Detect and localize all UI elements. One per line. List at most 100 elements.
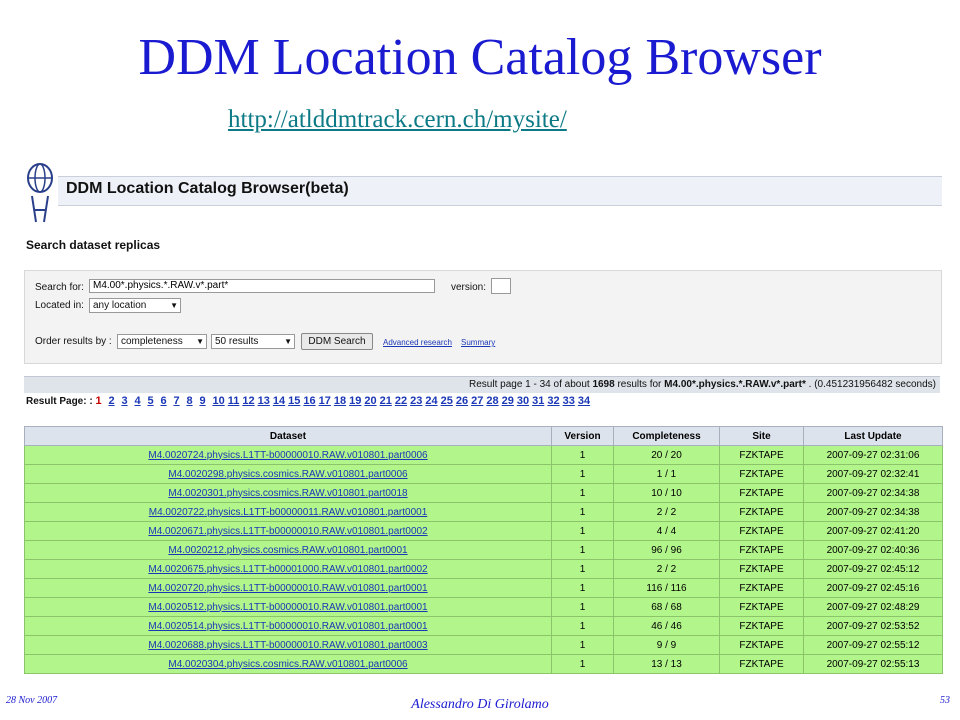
page-link[interactable]: 9 xyxy=(199,395,209,407)
page-link[interactable]: 34 xyxy=(578,395,590,407)
last-update-cell: 2007-09-27 02:55:12 xyxy=(803,635,943,655)
table-row: M4.0020301.physics.cosmics.RAW.v010801.p… xyxy=(24,483,943,503)
pagination: Result Page: : 1 2 3 4 5 6 7 8 9 10 11 12 13 14 15 16 17… xyxy=(26,395,593,407)
table-row: M4.0020675.physics.L1TT-b00001000.RAW.v0… xyxy=(24,559,943,579)
site-cell: FZKTAPE xyxy=(719,559,804,579)
last-update-cell: 2007-09-27 02:34:38 xyxy=(803,483,943,503)
site-cell: FZKTAPE xyxy=(719,521,804,541)
page-link[interactable]: 12 xyxy=(242,395,254,407)
order-select[interactable]: completeness ▼ xyxy=(117,334,207,349)
page-link[interactable]: 10 xyxy=(212,395,224,407)
dataset-link[interactable]: M4.0020298.physics.cosmics.RAW.v010801.p… xyxy=(168,469,407,480)
page-link[interactable]: 30 xyxy=(517,395,529,407)
col-header-site[interactable]: Site xyxy=(719,426,804,446)
version-cell: 1 xyxy=(551,464,614,484)
table-row: M4.0020514.physics.L1TT-b00000010.RAW.v0… xyxy=(24,616,943,636)
site-cell: FZKTAPE xyxy=(719,445,804,465)
page-link[interactable]: 25 xyxy=(441,395,453,407)
dataset-link[interactable]: M4.0020720.physics.L1TT-b00000010.RAW.v0… xyxy=(148,583,427,594)
dataset-link[interactable]: M4.0020304.physics.cosmics.RAW.v010801.p… xyxy=(168,659,407,670)
page-link[interactable]: 27 xyxy=(471,395,483,407)
page-link[interactable]: 23 xyxy=(410,395,422,407)
page-link[interactable]: 33 xyxy=(563,395,575,407)
summary-link[interactable]: Summary xyxy=(461,338,495,347)
page-link[interactable]: 13 xyxy=(258,395,270,407)
footer-author: Alessandro Di Girolamo xyxy=(411,697,549,712)
slide-url-link[interactable]: http://atlddmtrack.cern.ch/mysite/ xyxy=(228,106,567,134)
completeness-cell: 46 / 46 xyxy=(613,616,720,636)
dataset-link[interactable]: M4.0020514.physics.L1TT-b00000010.RAW.v0… xyxy=(148,621,427,632)
page-link[interactable]: 26 xyxy=(456,395,468,407)
page-link[interactable]: 32 xyxy=(547,395,559,407)
page-link[interactable]: 22 xyxy=(395,395,407,407)
dataset-cell: M4.0020675.physics.L1TT-b00001000.RAW.v0… xyxy=(24,559,552,579)
last-update-cell: 2007-09-27 02:41:20 xyxy=(803,521,943,541)
last-update-cell: 2007-09-27 02:53:52 xyxy=(803,616,943,636)
version-cell: 1 xyxy=(551,521,614,541)
version-cell: 1 xyxy=(551,540,614,560)
page-link[interactable]: 8 xyxy=(186,395,196,407)
page-link[interactable]: 24 xyxy=(425,395,437,407)
dataset-cell: M4.0020671.physics.L1TT-b00000010.RAW.v0… xyxy=(24,521,552,541)
page-link[interactable]: 31 xyxy=(532,395,544,407)
dataset-table: Dataset Version Completeness Site Last U… xyxy=(24,426,943,674)
chevron-down-icon: ▼ xyxy=(284,337,292,346)
ddm-search-button[interactable]: DDM Search xyxy=(301,333,373,350)
version-input[interactable] xyxy=(491,278,511,294)
location-select[interactable]: any location ▼ xyxy=(89,298,181,313)
page-link[interactable]: 20 xyxy=(364,395,376,407)
page-link[interactable]: 17 xyxy=(319,395,331,407)
col-header-last-update[interactable]: Last Update xyxy=(803,426,943,446)
dataset-cell: M4.0020724.physics.L1TT-b00000010.RAW.v0… xyxy=(24,445,552,465)
col-header-completeness[interactable]: Completeness xyxy=(613,426,720,446)
version-cell: 1 xyxy=(551,483,614,503)
page-link[interactable]: 14 xyxy=(273,395,285,407)
page-link[interactable]: 11 xyxy=(228,395,240,407)
table-row: M4.0020212.physics.cosmics.RAW.v010801.p… xyxy=(24,540,943,560)
page-link[interactable]: 29 xyxy=(502,395,514,407)
col-header-dataset[interactable]: Dataset xyxy=(24,426,552,446)
dataset-link[interactable]: M4.0020212.physics.cosmics.RAW.v010801.p… xyxy=(168,545,407,556)
version-cell: 1 xyxy=(551,635,614,655)
dataset-link[interactable]: M4.0020301.physics.cosmics.RAW.v010801.p… xyxy=(168,488,407,499)
page-link[interactable]: 6 xyxy=(160,395,170,407)
table-header-row: Dataset Version Completeness Site Last U… xyxy=(24,426,943,446)
page-link[interactable]: 5 xyxy=(147,395,157,407)
table-row: M4.0020688.physics.L1TT-b00000010.RAW.v0… xyxy=(24,635,943,655)
page-link[interactable]: 19 xyxy=(349,395,361,407)
page-link[interactable]: 4 xyxy=(134,395,144,407)
version-cell: 1 xyxy=(551,654,614,674)
page-link[interactable]: 18 xyxy=(334,395,346,407)
result-summary-bar: Result page 1 - 34 of about 1698 results… xyxy=(24,376,940,393)
page-link[interactable]: 3 xyxy=(121,395,131,407)
page-link[interactable]: 1 xyxy=(95,395,105,407)
site-cell: FZKTAPE xyxy=(719,464,804,484)
site-cell: FZKTAPE xyxy=(719,635,804,655)
page-link[interactable]: 21 xyxy=(380,395,392,407)
last-update-cell: 2007-09-27 02:45:16 xyxy=(803,578,943,598)
site-cell: FZKTAPE xyxy=(719,540,804,560)
page-link[interactable]: 15 xyxy=(288,395,300,407)
page-link[interactable]: 2 xyxy=(108,395,118,407)
dataset-link[interactable]: M4.0020688.physics.L1TT-b00000010.RAW.v0… xyxy=(148,640,427,651)
page-link[interactable]: 16 xyxy=(303,395,315,407)
page-link[interactable]: 28 xyxy=(486,395,498,407)
site-cell: FZKTAPE xyxy=(719,483,804,503)
slide-title: DDM Location Catalog Browser xyxy=(138,29,822,86)
completeness-cell: 9 / 9 xyxy=(613,635,720,655)
dataset-link[interactable]: M4.0020724.physics.L1TT-b00000010.RAW.v0… xyxy=(148,450,427,461)
dataset-link[interactable]: M4.0020675.physics.L1TT-b00001000.RAW.v0… xyxy=(148,564,427,575)
table-row: M4.0020298.physics.cosmics.RAW.v010801.p… xyxy=(24,464,943,484)
version-cell: 1 xyxy=(551,502,614,522)
advanced-research-link[interactable]: Advanced research xyxy=(383,338,452,347)
completeness-cell: 2 / 2 xyxy=(613,559,720,579)
dataset-link[interactable]: M4.0020671.physics.L1TT-b00000010.RAW.v0… xyxy=(148,526,427,537)
search-input[interactable] xyxy=(89,279,435,293)
page-link[interactable]: 7 xyxy=(173,395,183,407)
last-update-cell: 2007-09-27 02:34:38 xyxy=(803,502,943,522)
dataset-link[interactable]: M4.0020722.physics.L1TT-b00000011.RAW.v0… xyxy=(149,507,428,518)
results-count-select[interactable]: 50 results ▼ xyxy=(211,334,295,349)
site-cell: FZKTAPE xyxy=(719,502,804,522)
dataset-link[interactable]: M4.0020512.physics.L1TT-b00000010.RAW.v0… xyxy=(148,602,427,613)
col-header-version[interactable]: Version xyxy=(551,426,614,446)
